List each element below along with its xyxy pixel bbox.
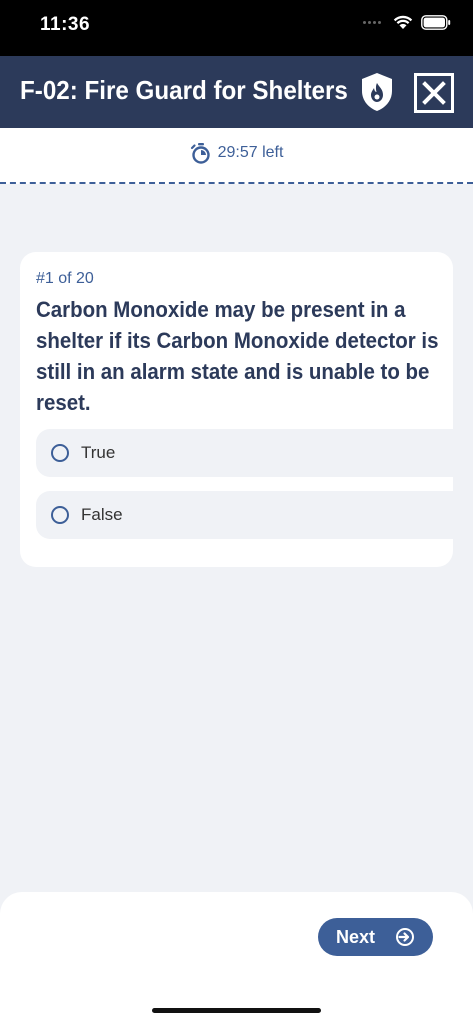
status-icons: [363, 15, 451, 30]
answer-option-label: True: [81, 443, 116, 462]
question-card: #1 of 20 Carbon Monoxide may be present …: [20, 252, 453, 567]
app-header: F-02: Fire Guard for Shelters: [0, 56, 473, 128]
next-button-label: Next: [335, 926, 375, 947]
close-icon: [422, 81, 446, 105]
arrow-right-circle-icon: [396, 928, 414, 946]
home-indicator[interactable]: [152, 1008, 321, 1013]
timer-bar: 29:57 left: [0, 128, 473, 184]
timer: 29:57 left: [0, 142, 473, 164]
footer: Next: [0, 892, 473, 1024]
question-number: #1 of 20: [36, 270, 94, 287]
radio-unchecked-icon[interactable]: [51, 506, 69, 524]
next-button[interactable]: Next: [318, 918, 433, 956]
answer-option-label: False: [81, 505, 123, 524]
fire-shield-icon: [362, 73, 392, 111]
battery-icon: [421, 15, 451, 30]
stopwatch-icon: [190, 143, 210, 164]
radio-unchecked-icon[interactable]: [51, 444, 69, 462]
question-text: Carbon Monoxide may be present in a shel…: [36, 297, 439, 415]
answer-option-true[interactable]: True: [36, 429, 453, 477]
status-time: 11:36: [40, 14, 91, 35]
page-title: F-02: Fire Guard for Shelters: [20, 75, 348, 105]
wifi-icon: [393, 15, 413, 29]
status-bar: 11:36: [0, 0, 473, 56]
signal-icon: [363, 21, 381, 24]
answer-option-false[interactable]: False: [36, 491, 453, 539]
timer-text: 29:57 left: [217, 144, 284, 161]
close-button[interactable]: [414, 73, 454, 113]
